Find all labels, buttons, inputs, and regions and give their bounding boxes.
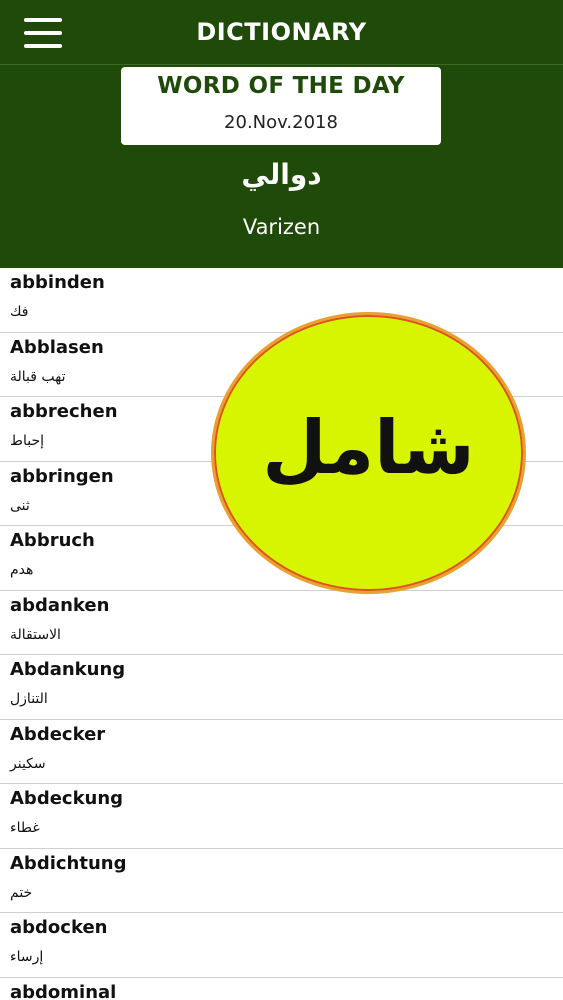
word-arabic: ثنى — [10, 497, 30, 514]
word-row[interactable]: Abdichtung ختم — [0, 849, 563, 913]
word-arabic: ختم — [10, 884, 33, 901]
word-arabic: سكينر — [10, 755, 46, 772]
word-arabic: تهب قبالة — [10, 368, 66, 385]
word-row[interactable]: Abdecker سكينر — [0, 720, 563, 784]
word-of-the-day-heading: WORD OF THE DAY — [157, 73, 405, 99]
word-row[interactable]: Abdeckung غطاء — [0, 784, 563, 849]
word-german: Abblasen — [10, 336, 104, 358]
word-arabic: إرساء — [10, 949, 44, 965]
word-of-the-day-card[interactable]: WORD OF THE DAY 20.Nov.2018 — [121, 67, 441, 145]
word-arabic: فك — [10, 304, 29, 320]
word-row[interactable]: abdanken الاستقالة — [0, 591, 563, 655]
word-row[interactable]: abdocken إرساء — [0, 913, 563, 978]
word-of-the-day-german: Varizen — [242, 215, 321, 239]
word-german: abdanken — [10, 594, 110, 616]
word-arabic: هدم — [10, 562, 34, 578]
word-arabic: التنازل — [10, 691, 48, 707]
word-row[interactable]: abbinden فك — [0, 268, 563, 333]
word-arabic: الاستقالة — [10, 626, 61, 643]
word-german: abbinden — [10, 272, 105, 293]
app-title: DICTIONARY — [196, 18, 367, 46]
word-german: Abdankung — [10, 659, 126, 680]
word-german: Abdeckung — [10, 788, 124, 809]
word-german: abdocken — [10, 917, 108, 938]
word-german: Abdecker — [10, 723, 106, 745]
badge-label: شامل — [262, 405, 475, 491]
word-row[interactable]: Abdankung التنازل — [0, 655, 563, 720]
header-divider — [0, 64, 563, 65]
word-row[interactable]: abdominal — [0, 978, 563, 1000]
word-german: abbrechen — [10, 401, 118, 422]
word-of-the-day-arabic: دوالي — [241, 158, 322, 191]
word-of-the-day-date: 20.Nov.2018 — [224, 112, 338, 133]
word-german: Abbruch — [10, 530, 95, 551]
word-arabic: إحباط — [10, 433, 44, 449]
header-bar: DICTIONARY WORD OF THE DAY 20.Nov.2018 د… — [0, 0, 563, 268]
word-german: Abdichtung — [10, 852, 127, 874]
word-german: abdominal — [10, 981, 117, 1000]
word-arabic: غطاء — [10, 820, 40, 836]
comprehensive-badge: شامل — [211, 312, 526, 594]
word-german: abbringen — [10, 465, 114, 487]
